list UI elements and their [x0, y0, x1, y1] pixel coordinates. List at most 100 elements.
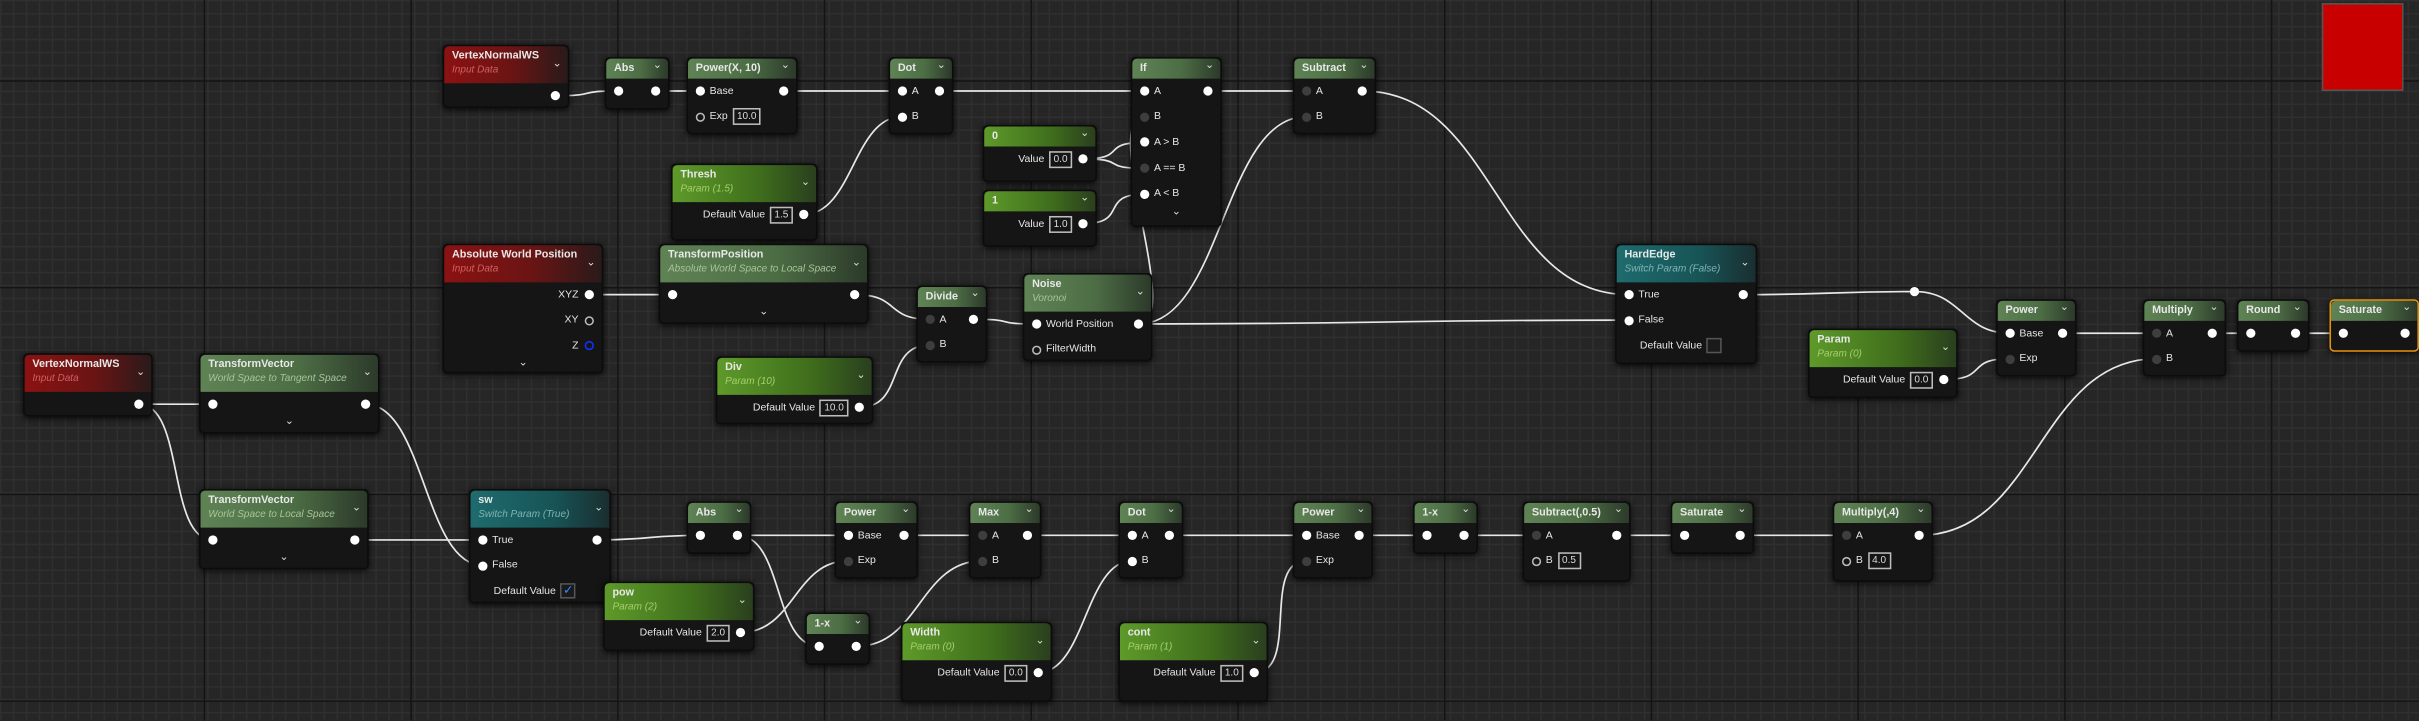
output-pin[interactable] [1914, 530, 1924, 540]
input-pin[interactable] [695, 86, 706, 96]
node-header[interactable]: Subtract ⌄ [1294, 58, 1375, 79]
node-header[interactable]: Thresh Param (1.5) ⌄ [672, 165, 817, 203]
node-header[interactable]: Absolute World Position Input Data ⌄ [444, 245, 602, 283]
output-pin[interactable] [735, 627, 746, 638]
input-pin[interactable] [2152, 354, 2162, 364]
output-pin[interactable] [854, 402, 864, 412]
output-pin[interactable] [2207, 328, 2217, 338]
input-pin[interactable] [1680, 530, 1690, 540]
node-awp[interactable]: Absolute World Position Input Data ⌄ XYZ XY Z… [442, 243, 604, 374]
input-pin[interactable] [695, 530, 706, 540]
node-onex1[interactable]: 1-x ⌄ [805, 612, 871, 665]
output-pin[interactable] [2290, 328, 2301, 338]
input-pin[interactable] [208, 535, 218, 545]
reroute-knot[interactable] [1909, 286, 1920, 297]
chevron-down-icon[interactable]: ⌄ [1025, 503, 1034, 515]
input-pin[interactable] [1624, 290, 1634, 300]
node-power4[interactable]: Power ⌄ Base Exp [1292, 501, 1374, 579]
wire[interactable] [1743, 290, 1915, 296]
output-pin[interactable] [2057, 328, 2068, 338]
node-sub05[interactable]: Subtract(,0.5) ⌄ A B 0.5 [1522, 501, 1631, 582]
node-thresh[interactable]: Thresh Param (1.5) ⌄ Default Value 1.5 [671, 163, 818, 241]
chevron-down-icon[interactable]: ⌄ [2209, 301, 2218, 313]
node-onex2[interactable]: 1-x ⌄ [1413, 501, 1478, 554]
node-multiply[interactable]: Multiply ⌄ A B [2142, 299, 2227, 377]
chevron-down-icon[interactable]: ⌄ [781, 59, 790, 71]
material-graph-viewport[interactable]: VertexNormalWS Input Data ⌄ Abs ⌄ Power(X, 10… [0, 0, 2419, 721]
node-abs2[interactable]: Abs ⌄ [686, 501, 752, 554]
input-pin[interactable] [814, 641, 824, 652]
output-pin[interactable] [1033, 667, 1043, 678]
input-pin[interactable] [1302, 530, 1312, 540]
value-field[interactable]: 4.0 [1867, 552, 1891, 570]
input-pin[interactable] [667, 290, 678, 300]
node-header[interactable]: Saturate ⌄ [2331, 300, 2418, 321]
input-pin[interactable] [1140, 112, 1150, 122]
default-value-checkbox[interactable]: ✓ [560, 583, 576, 599]
node-header[interactable]: Width Param (0) ⌄ [902, 623, 1051, 661]
node-header[interactable]: TransformPosition Absolute World Space to… [660, 245, 867, 283]
output-pin[interactable] [732, 530, 743, 540]
node-power3[interactable]: Power ⌄ Base Exp [834, 501, 918, 579]
input-pin[interactable] [1531, 556, 1542, 566]
input-pin[interactable] [1032, 319, 1042, 329]
node-noise[interactable]: Noise Voronoi ⌄ World Position FilterWidth [1022, 273, 1153, 361]
output-pin[interactable] [584, 315, 594, 325]
node-header[interactable]: Max ⌄ [970, 502, 1040, 523]
chevron-down-icon[interactable]: ⌄ [937, 59, 946, 71]
input-pin[interactable] [1140, 163, 1150, 173]
output-pin[interactable] [651, 86, 661, 96]
chevron-down-icon[interactable]: ⌄ [552, 57, 561, 70]
node-saturate[interactable]: Saturate ⌄ [2329, 299, 2419, 352]
value-field[interactable]: 0.0 [1004, 664, 1028, 682]
node-pow[interactable]: pow Param (2) ⌄ Default Value 2.0 [603, 581, 755, 652]
chevron-down-icon[interactable]: ⌄ [1461, 503, 1470, 515]
chevron-down-icon[interactable]: ⌄ [363, 366, 372, 378]
output-pin[interactable] [968, 314, 979, 324]
node-header[interactable]: Power(X, 10) ⌄ [688, 58, 797, 79]
node-header[interactable]: Param Param (0) ⌄ [1809, 330, 1957, 368]
node-param0[interactable]: Param Param (0) ⌄ Default Value 0.0 [1808, 328, 1958, 399]
output-pin[interactable] [851, 641, 861, 652]
input-pin[interactable] [478, 560, 488, 571]
input-pin[interactable] [843, 556, 854, 566]
chevron-down-icon[interactable]: ⌄ [1136, 285, 1145, 298]
node-c1[interactable]: 1 ⌄ Value 1.0 [982, 189, 1097, 247]
chevron-down-icon[interactable]: ⌄ [1080, 127, 1089, 139]
output-pin[interactable] [1354, 530, 1364, 540]
output-pin[interactable] [1078, 154, 1088, 164]
chevron-down-icon[interactable]: ⌄ [1080, 191, 1089, 204]
chevron-down-icon[interactable]: ⌄ [1740, 256, 1749, 269]
output-pin[interactable] [1735, 530, 1745, 540]
node-round[interactable]: Round ⌄ [2236, 299, 2310, 352]
output-pin[interactable] [850, 290, 860, 300]
output-pin[interactable] [350, 535, 360, 545]
output-pin[interactable] [799, 209, 809, 220]
input-pin[interactable] [897, 86, 908, 96]
chevron-down-icon[interactable]: ⌄ [856, 369, 865, 381]
input-pin[interactable] [1302, 111, 1312, 122]
output-pin[interactable] [592, 535, 602, 545]
node-header[interactable]: Abs ⌄ [606, 58, 668, 79]
node-header[interactable]: 1-x ⌄ [1414, 502, 1477, 523]
output-pin[interactable] [584, 340, 594, 351]
node-header[interactable]: 0 ⌄ [984, 126, 1096, 147]
node-vnws2[interactable]: VertexNormalWS Input Data ⌄ [23, 353, 153, 417]
node-divide[interactable]: Divide ⌄ A B [916, 285, 988, 363]
node-header[interactable]: Power ⌄ [1294, 502, 1372, 523]
output-pin[interactable] [1022, 530, 1033, 540]
input-pin[interactable] [2338, 328, 2348, 338]
chevron-down-icon[interactable]: ⌄ [2293, 301, 2302, 313]
default-value-checkbox[interactable] [1706, 337, 1723, 354]
chevron-down-icon[interactable]: ⌄ [136, 366, 145, 378]
input-pin[interactable] [1127, 556, 1137, 566]
node-header[interactable]: cont Param (1) ⌄ [1120, 623, 1267, 661]
input-pin[interactable] [1302, 556, 1312, 566]
value-field[interactable]: 1.5 [769, 205, 793, 223]
value-field[interactable]: 1.0 [1220, 664, 1244, 682]
node-c0[interactable]: 0 ⌄ Value 0.0 [982, 124, 1097, 183]
output-pin[interactable] [1459, 530, 1469, 540]
input-pin[interactable] [2152, 328, 2162, 338]
input-pin[interactable] [978, 530, 988, 540]
input-pin[interactable] [613, 86, 624, 96]
